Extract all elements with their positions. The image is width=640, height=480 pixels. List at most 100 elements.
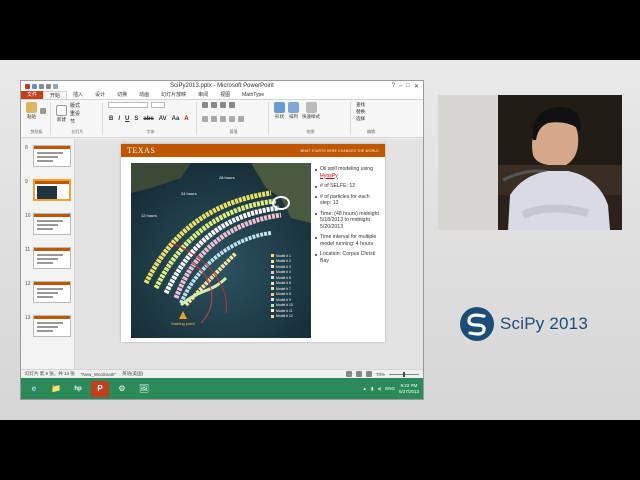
thumbnail-number: 11 bbox=[25, 247, 31, 253]
paste-button[interactable]: 粘贴 bbox=[26, 102, 37, 120]
group-label-paragraph: 段落 bbox=[229, 129, 238, 134]
tab-3[interactable]: 设计 bbox=[89, 91, 111, 99]
taskbar-clock[interactable]: 6:22 PM 6/27/2013 bbox=[399, 383, 419, 395]
align-center-icon[interactable] bbox=[211, 115, 217, 122]
legend-label: Model # 9 bbox=[276, 297, 291, 302]
slide-thumbnail[interactable]: 12 bbox=[25, 281, 71, 303]
zoom-slider[interactable] bbox=[389, 371, 419, 377]
strikethrough-button[interactable]: abc bbox=[142, 116, 154, 122]
scipy-snake-icon bbox=[460, 307, 494, 341]
arrange-icon bbox=[288, 102, 299, 113]
quick-styles-icon bbox=[305, 102, 317, 113]
slide-thumbnail[interactable]: 8 bbox=[25, 145, 71, 167]
columns-icon[interactable] bbox=[238, 115, 244, 122]
layout-button[interactable]: 版式 bbox=[70, 102, 80, 109]
explorer-taskbar-button[interactable]: 📁 bbox=[47, 381, 65, 397]
slide-bullet: Oil spill modeling using HyosPy bbox=[315, 166, 381, 179]
tab-5[interactable]: 动画 bbox=[133, 91, 155, 99]
language-indicator: 英语(美国) bbox=[122, 371, 144, 376]
slide-thumbnail[interactable]: 10 bbox=[25, 213, 71, 235]
slide-bullets[interactable]: Oil spill modeling using HyosPy # of SELF… bbox=[315, 166, 381, 268]
indent-icon[interactable] bbox=[220, 102, 226, 108]
input-language[interactable]: ENG bbox=[385, 386, 395, 391]
image-viewer-taskbar-button[interactable]: 🖼 bbox=[135, 381, 153, 397]
legend-item: Model # 12 bbox=[271, 314, 293, 320]
network-icon[interactable]: ▮ bbox=[371, 386, 373, 392]
align-right-icon[interactable] bbox=[220, 115, 226, 122]
reset-button[interactable]: 重设 bbox=[70, 110, 80, 117]
slide-thumbnail[interactable]: 9 bbox=[25, 179, 71, 201]
font-size-box[interactable] bbox=[151, 102, 165, 108]
tab-8[interactable]: 视图 bbox=[214, 91, 236, 99]
texas-logo: TEXAS bbox=[127, 146, 156, 155]
thumbnail-number: 13 bbox=[25, 315, 31, 321]
slide-editor[interactable]: TEXAS WHAT STARTS HERE CHANGES THE WORLD bbox=[75, 139, 423, 369]
justify-icon[interactable] bbox=[229, 115, 235, 122]
bullet-text: Location: Corpus Christi Bay bbox=[320, 251, 381, 264]
group-label-font: 字体 bbox=[146, 129, 155, 134]
slide-thumbnails-pane[interactable]: 8 9 10 11 12 13 bbox=[21, 139, 75, 369]
new-slide-button[interactable]: 新建 bbox=[56, 104, 67, 123]
normal-view-icon[interactable] bbox=[345, 371, 352, 377]
bold-button[interactable]: B bbox=[108, 116, 114, 122]
document-area: 8 9 10 11 12 13 TEXAS WHAT STARTS HERE CHANGE… bbox=[21, 139, 423, 369]
bullets-icon[interactable] bbox=[202, 102, 208, 108]
underline-button[interactable]: U bbox=[124, 116, 130, 122]
bullet-text-main: Oil spill modeling using bbox=[320, 166, 374, 172]
tab-7[interactable]: 审阅 bbox=[192, 91, 214, 99]
tab-0[interactable]: 文件 bbox=[21, 91, 44, 99]
align-left-icon[interactable] bbox=[202, 115, 208, 122]
sorter-view-icon[interactable] bbox=[355, 371, 362, 377]
legend-swatch bbox=[271, 270, 274, 274]
cut-icon[interactable] bbox=[40, 108, 46, 114]
legend-swatch bbox=[271, 281, 274, 285]
tab-6[interactable]: 幻灯片放映 bbox=[155, 91, 192, 99]
slide-bullet: Time interval for multiple model running… bbox=[315, 234, 381, 247]
font-name-box[interactable] bbox=[108, 102, 148, 108]
zoom-level: 70% bbox=[375, 371, 385, 377]
hyospy-link[interactable]: HyosPy bbox=[320, 173, 338, 179]
replace-button[interactable]: 替换 bbox=[356, 109, 386, 115]
quick-styles-button[interactable]: 快速样式 bbox=[302, 102, 320, 120]
slide-thumbnail[interactable]: 13 bbox=[25, 315, 71, 337]
shapes-button[interactable]: 形状 bbox=[274, 102, 285, 120]
volume-icon[interactable]: ◂) bbox=[377, 386, 381, 392]
line-spacing-icon[interactable] bbox=[229, 102, 235, 108]
slide-thumbnail[interactable]: 11 bbox=[25, 247, 71, 269]
legend-label: Model # 7 bbox=[276, 286, 291, 291]
legend-label: Model # 12 bbox=[276, 314, 293, 319]
find-button[interactable]: 查找 bbox=[356, 102, 386, 108]
app-taskbar-button[interactable]: ⚙ bbox=[113, 381, 131, 397]
shadow-button[interactable]: S bbox=[133, 116, 139, 122]
bullet-text: Time: (48 hours) midnight 5/18/2013 to m… bbox=[320, 211, 381, 231]
powerpoint-taskbar-button[interactable]: P bbox=[91, 380, 109, 397]
tray-arrow-icon[interactable]: ▲ bbox=[362, 386, 366, 391]
slide-header: TEXAS WHAT STARTS HERE CHANGES THE WORLD bbox=[121, 144, 385, 157]
map-legend: Model # 1 Model # 2 Model # 3 Model # 4 Mode… bbox=[271, 253, 293, 319]
tab-2[interactable]: 插入 bbox=[67, 91, 89, 99]
legend-label: Model # 3 bbox=[276, 264, 291, 269]
font-color-button[interactable]: A bbox=[183, 116, 189, 122]
thumbnail-image bbox=[33, 179, 71, 201]
hp-taskbar-button[interactable]: hp bbox=[69, 381, 87, 397]
numbering-icon[interactable] bbox=[211, 102, 217, 108]
section-button[interactable]: 节 bbox=[70, 118, 80, 125]
current-slide[interactable]: TEXAS WHAT STARTS HERE CHANGES THE WORLD bbox=[121, 144, 385, 342]
thumbnail-number: 8 bbox=[25, 145, 28, 151]
ie-taskbar-button[interactable]: e bbox=[25, 381, 43, 397]
window-title: SciPy2013.pptx - Microsoft PowerPoint bbox=[170, 83, 274, 89]
legend-swatch bbox=[271, 287, 274, 291]
arrange-button[interactable]: 排列 bbox=[288, 102, 299, 120]
tab-1[interactable]: 开始 bbox=[43, 91, 68, 99]
case-button[interactable]: Aa bbox=[171, 116, 181, 122]
spacing-button[interactable]: AV bbox=[158, 116, 168, 122]
slide-bullet: Location: Corpus Christi Bay bbox=[315, 251, 381, 264]
reading-view-icon[interactable] bbox=[365, 371, 372, 377]
tab-9[interactable]: MathType bbox=[236, 91, 270, 99]
legend-label: Model # 5 bbox=[276, 275, 291, 280]
font-group: B I U S abc AV Aa A 字体 bbox=[105, 102, 197, 135]
legend-label: Model # 10 bbox=[276, 303, 293, 308]
tab-4[interactable]: 切换 bbox=[111, 91, 133, 99]
select-button[interactable]: 选择 bbox=[356, 116, 386, 122]
italic-button[interactable]: I bbox=[117, 116, 121, 122]
